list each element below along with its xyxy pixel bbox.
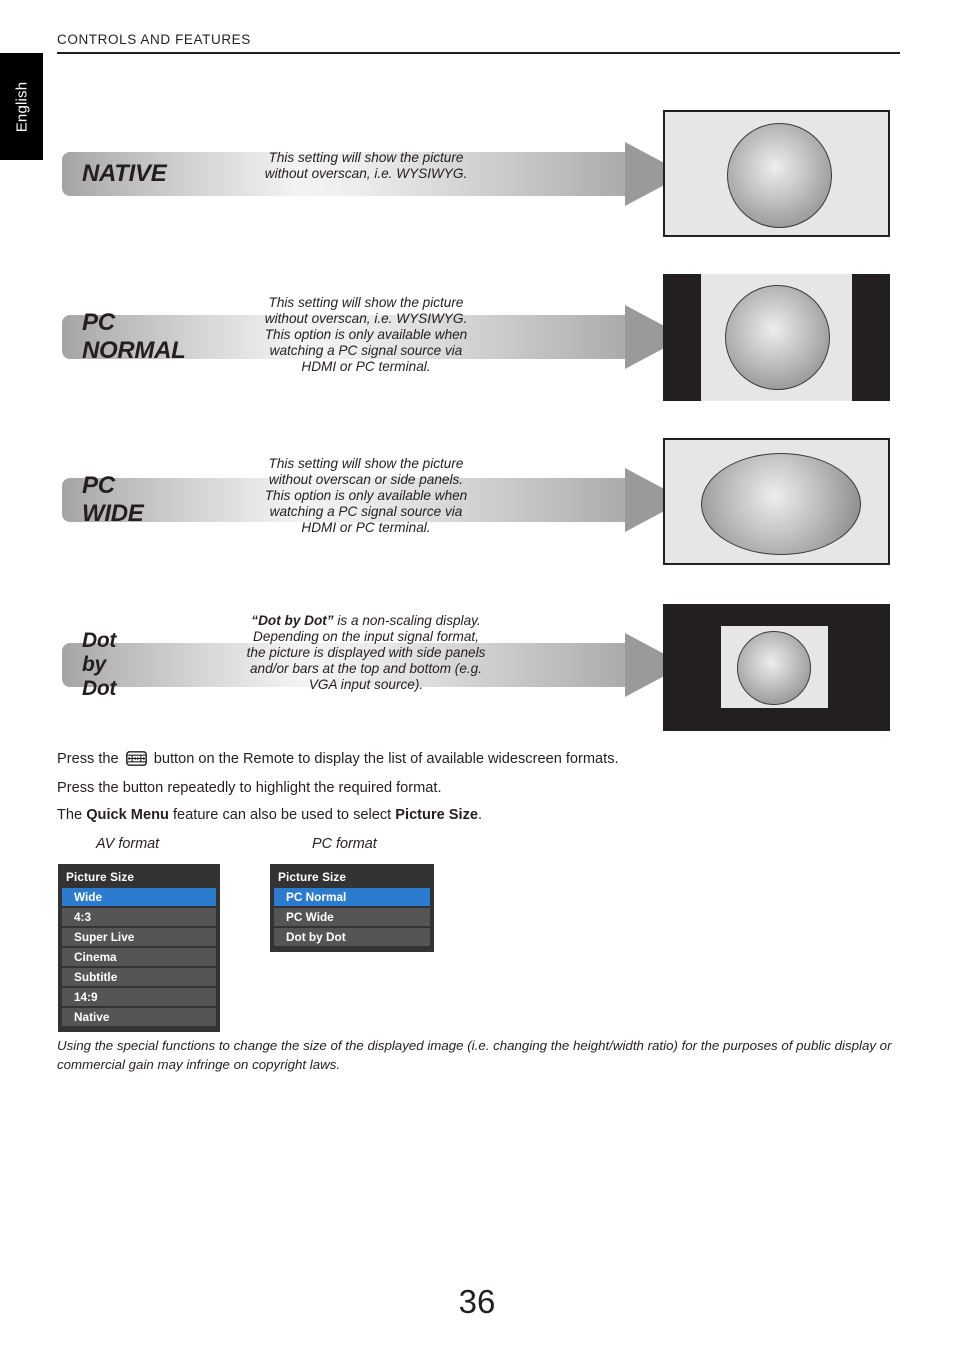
widescreen-format-button-icon <box>125 751 147 766</box>
native-illustration <box>663 110 890 237</box>
instruction-line-1-pre: Press the <box>57 751 123 767</box>
av-menu-item-super-live[interactable]: Super Live <box>62 928 216 946</box>
dot-by-dot-sphere-icon <box>737 631 811 705</box>
av-menu-title: Picture Size <box>66 870 135 884</box>
pc-menu-item-dot-by-dot[interactable]: Dot by Dot <box>274 928 430 946</box>
native-description: This setting will show the picture witho… <box>264 150 468 182</box>
pc-normal-label: PC NORMAL <box>82 309 186 364</box>
instruction-line-3-pre: The <box>57 807 87 823</box>
dot-by-dot-description: “Dot by Dot” is a non-scaling display. D… <box>235 613 497 693</box>
pc-wide-label: PC WIDE <box>82 472 144 527</box>
pc-wide-description: This setting will show the picture witho… <box>264 456 468 536</box>
pc-normal-sphere-icon <box>725 285 830 390</box>
pc-menu-title: Picture Size <box>278 870 347 884</box>
language-tab-label: English <box>13 81 30 132</box>
picture-size-emphasis: Picture Size <box>395 807 479 823</box>
dot-by-dot-illustration <box>663 604 890 731</box>
dot-by-dot-description-emphasis: “Dot by Dot” <box>251 613 334 628</box>
copyright-note: Using the special functions to change th… <box>57 1038 892 1072</box>
av-menu-item-cinema[interactable]: Cinema <box>62 948 216 966</box>
page-header-title: CONTROLS AND FEATURES <box>57 32 251 47</box>
pc-wide-illustration <box>663 438 890 565</box>
native-sphere-icon <box>727 123 832 228</box>
instruction-line-3: The Quick Menu feature can also be used … <box>57 807 482 823</box>
quick-menu-emphasis: Quick Menu <box>86 807 169 823</box>
pc-normal-description: This setting will show the picture witho… <box>264 295 468 375</box>
av-format-caption: AV format <box>96 836 160 852</box>
instruction-line-1: Press the button on the Remote to displa… <box>57 751 619 767</box>
av-menu-item-native[interactable]: Native <box>62 1008 216 1026</box>
page-number: 36 <box>458 1283 496 1320</box>
pc-menu-item-pc-wide[interactable]: PC Wide <box>274 908 430 926</box>
pc-normal-illustration <box>663 274 890 401</box>
header-divider-rule <box>57 52 900 54</box>
pc-wide-ellipse-icon <box>701 453 861 555</box>
dot-by-dot-label: Dot by Dot <box>82 629 117 700</box>
av-menu-item-subtitle[interactable]: Subtitle <box>62 968 216 986</box>
av-menu-item-wide[interactable]: Wide <box>62 888 216 906</box>
instruction-line-3-post: . <box>478 807 483 823</box>
pc-format-caption: PC format <box>312 836 377 852</box>
av-picture-size-menu[interactable]: Picture Size Wide 4:3 Super Live Cinema … <box>58 864 220 1032</box>
av-menu-item-4-3[interactable]: 4:3 <box>62 908 216 926</box>
language-tab: English <box>0 53 43 160</box>
instruction-line-1-post: button on the Remote to display the list… <box>149 751 619 767</box>
pc-picture-size-menu[interactable]: Picture Size PC Normal PC Wide Dot by Do… <box>270 864 434 952</box>
av-menu-item-14-9[interactable]: 14:9 <box>62 988 216 1006</box>
native-label: NATIVE <box>82 160 167 187</box>
instruction-line-3-mid: feature can also be used to select <box>168 807 396 823</box>
instruction-line-2: Press the button repeatedly to highlight… <box>57 780 442 796</box>
pc-menu-item-pc-normal[interactable]: PC Normal <box>274 888 430 906</box>
